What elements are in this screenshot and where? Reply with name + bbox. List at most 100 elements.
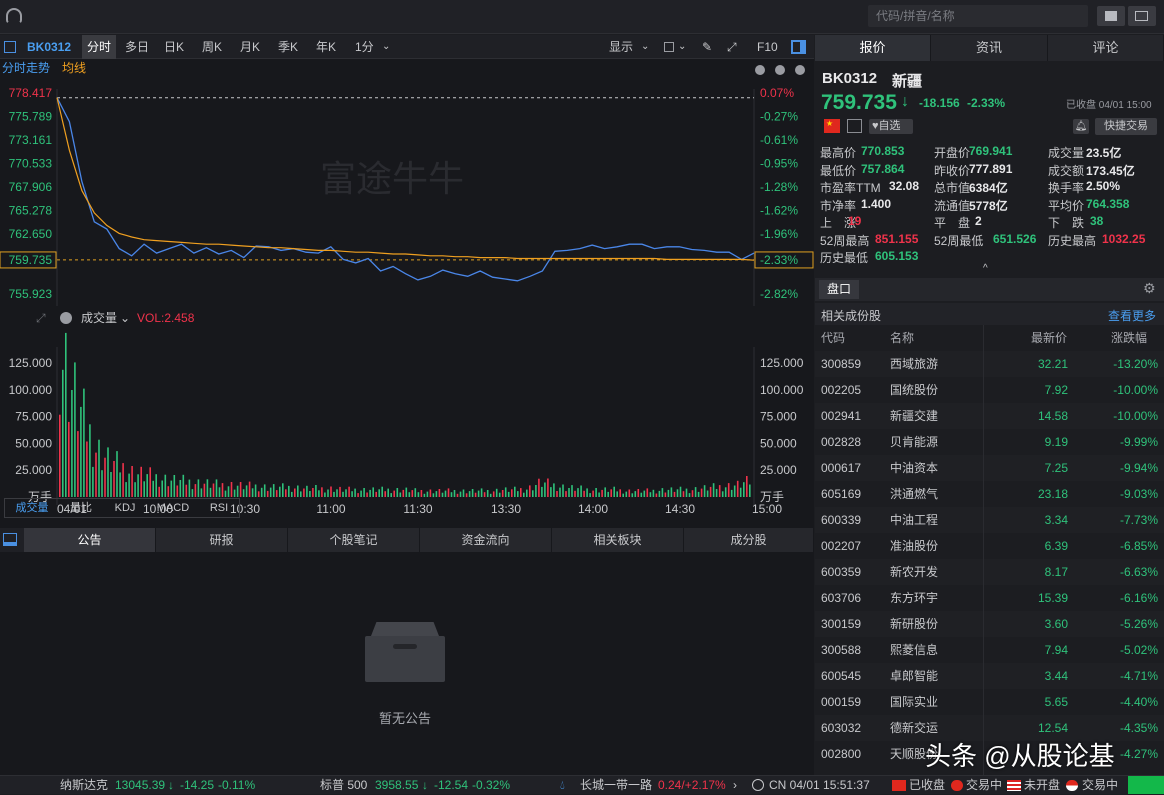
table-row[interactable]: 600545 卓郎智能 3.44 -4.71% <box>815 663 1164 689</box>
layout-button[interactable] <box>1128 6 1156 26</box>
nasdaq-name[interactable]: 纳斯达克 <box>60 776 108 795</box>
volume-bar <box>718 485 721 497</box>
indicator-macd[interactable]: MACD <box>147 499 199 517</box>
volume-tick-label: 50.000 <box>760 436 797 450</box>
col-change[interactable]: 涨跌幅 <box>1111 325 1147 351</box>
volume-bar <box>194 484 197 497</box>
col-code[interactable]: 代码 <box>821 325 845 351</box>
indicator-volume-ratio[interactable]: 量比 <box>59 499 103 517</box>
display-menu[interactable]: 显示 <box>609 35 633 59</box>
volume-bar <box>266 490 269 497</box>
chevron-down-icon[interactable]: ⌄ <box>382 35 390 59</box>
tab-news[interactable]: 资讯 <box>931 35 1048 61</box>
fund-name[interactable]: 长城一带一路 <box>580 776 652 795</box>
sidebar-toggle-icon[interactable] <box>4 41 16 53</box>
volume-bar <box>541 486 543 497</box>
search-input[interactable]: 代码/拼音/名称 <box>868 5 1088 27</box>
tab-quote[interactable]: 报价 <box>815 35 931 61</box>
volume-bar <box>586 488 588 497</box>
chevron-down-icon[interactable]: ⌄ <box>678 35 686 59</box>
volume-bar <box>601 489 603 497</box>
tab-multiday[interactable]: 多日 <box>125 35 149 59</box>
cell-code: 300859 <box>821 357 862 371</box>
panel-toggle-icon[interactable] <box>791 40 806 54</box>
table-row[interactable]: 002828 贝肯能源 9.19 -9.99% <box>815 429 1164 455</box>
stat-value: 769.941 <box>969 144 1013 158</box>
col-price[interactable]: 最新价 <box>1031 325 1067 351</box>
f10-button[interactable]: F10 <box>757 35 778 59</box>
collapse-arrow-icon[interactable]: ^ <box>983 263 988 274</box>
cell-change: -6.85% <box>1119 539 1158 553</box>
table-row[interactable]: 600359 新农开发 8.17 -6.63% <box>815 559 1164 585</box>
tab-constituents[interactable]: 成分股 <box>684 528 814 552</box>
cell-code: 603032 <box>821 721 862 735</box>
volume-tick-label: 25.000 <box>15 463 52 477</box>
volume-bar <box>321 487 323 497</box>
tab-intraday[interactable]: 分时 <box>82 35 117 59</box>
cell-price: 9.19 <box>1044 435 1068 449</box>
document-icon[interactable] <box>847 119 862 133</box>
volume-tick-label: 75.000 <box>15 410 52 424</box>
tab-daily-k[interactable]: 日K <box>164 35 184 59</box>
table-row[interactable]: 000159 国际实业 5.65 -4.40% <box>815 689 1164 715</box>
tab-research[interactable]: 研报 <box>156 528 288 552</box>
indicator-kdj[interactable]: KDJ <box>103 499 147 517</box>
indicator-rsi[interactable]: RSI <box>199 499 239 517</box>
tab-quarterly-k[interactable]: 季K <box>278 35 298 59</box>
table-row[interactable]: 002941 新疆交建 14.58 -10.00% <box>815 403 1164 429</box>
table-row[interactable]: 000617 中油资本 7.25 -9.94% <box>815 455 1164 481</box>
table-row[interactable]: 603706 东方环宇 15.39 -6.16% <box>815 585 1164 611</box>
volume-bar <box>625 491 628 497</box>
quick-trade-button[interactable]: 快捷交易 <box>1095 118 1157 135</box>
skin-button[interactable] <box>1097 6 1125 26</box>
table-row[interactable]: 300859 西域旅游 32.21 -13.20% <box>815 351 1164 377</box>
cell-name: 国统股份 <box>890 383 939 397</box>
checkbox-icon[interactable] <box>664 42 674 52</box>
col-name[interactable]: 名称 <box>890 325 914 351</box>
volume-bar <box>736 480 739 497</box>
tab-announcements[interactable]: 公告 <box>24 528 156 552</box>
chevron-right-icon[interactable]: › <box>733 776 737 795</box>
volume-bar <box>438 489 441 497</box>
volume-bar <box>306 485 308 498</box>
table-row[interactable]: 300159 新研股份 3.60 -5.26% <box>815 611 1164 637</box>
volume-bar <box>535 485 537 497</box>
collapse-icon[interactable] <box>3 533 17 546</box>
tab-comments[interactable]: 评论 <box>1048 35 1164 61</box>
pen-icon[interactable]: ✎ <box>702 35 712 59</box>
table-row[interactable]: 605169 洪通燃气 23.18 -9.03% <box>815 481 1164 507</box>
watchlist-button[interactable]: ♥自选 <box>869 119 913 134</box>
volume-bar <box>604 487 606 497</box>
arrow-down-icon: ↓ <box>901 93 909 110</box>
indicator-volume[interactable]: 成交量 <box>5 499 59 517</box>
table-row[interactable]: 600339 中油工程 3.34 -7.73% <box>815 507 1164 533</box>
table-row[interactable]: 002205 国统股份 7.92 -10.00% <box>815 377 1164 403</box>
tab-weekly-k[interactable]: 周K <box>202 35 222 59</box>
volume-bar <box>372 487 374 497</box>
volume-bar <box>559 487 561 497</box>
shirt-icon <box>1105 11 1117 21</box>
see-more-link[interactable]: 查看更多 <box>1108 307 1156 324</box>
volume-bar <box>288 485 290 497</box>
pct-tick-label: 0.07% <box>760 86 794 100</box>
table-row[interactable]: 300588 熙菱信息 7.94 -5.02% <box>815 637 1164 663</box>
depth-tab[interactable]: 盘口 <box>819 280 859 299</box>
cell-name: 东方环宇 <box>890 591 939 605</box>
cell-code: 000159 <box>821 695 862 709</box>
headset-icon[interactable] <box>6 8 22 24</box>
cell-code: 605169 <box>821 487 862 501</box>
tab-1min[interactable]: 1分 <box>355 35 374 59</box>
gear-icon[interactable]: ⚙ <box>1143 280 1156 297</box>
tab-related-sectors[interactable]: 相关板块 <box>552 528 684 552</box>
tab-fund-flow[interactable]: 资金流向 <box>420 528 552 552</box>
tab-notes[interactable]: 个股笔记 <box>288 528 420 552</box>
tab-monthly-k[interactable]: 月K <box>240 35 260 59</box>
table-row[interactable]: 002207 准油股份 6.39 -6.85% <box>815 533 1164 559</box>
volume-bar <box>327 489 329 497</box>
tab-yearly-k[interactable]: 年K <box>316 35 336 59</box>
chevron-down-icon[interactable]: ⌄ <box>641 35 649 59</box>
bell-icon[interactable]: 🔔︎ <box>1073 119 1089 134</box>
fullscreen-icon[interactable]: ⤢ <box>727 35 737 59</box>
chevron-down-icon: ⌄ <box>120 311 130 325</box>
sp500-name[interactable]: 标普 500 <box>320 776 367 795</box>
